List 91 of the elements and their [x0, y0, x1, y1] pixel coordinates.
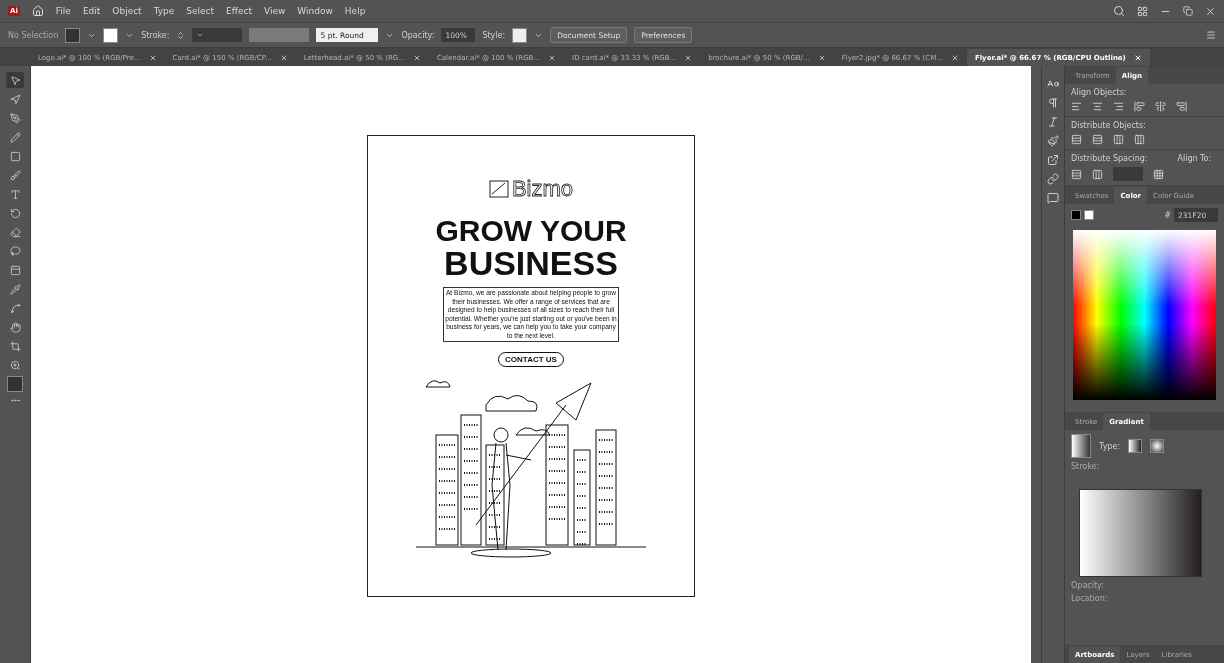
close-icon[interactable]	[148, 53, 157, 62]
pencil-tool-icon	[9, 131, 21, 143]
fill-swatch[interactable]	[65, 27, 81, 43]
type-label: Type:	[1099, 441, 1121, 451]
rectangle-tool-icon	[9, 150, 21, 162]
caret-icon	[196, 31, 205, 39]
brush-icon[interactable]	[1047, 135, 1059, 147]
contact-button[interactable]: CONTACT US	[498, 352, 564, 368]
stroke-label: Stroke:	[141, 30, 170, 40]
menu-item[interactable]: Help	[344, 6, 366, 16]
distribute-icon[interactable]	[1092, 134, 1103, 145]
align-to-icon[interactable]	[1153, 168, 1164, 180]
logo: Bizmo	[488, 176, 574, 202]
restore-icon[interactable]	[1183, 6, 1193, 16]
distribute-icon[interactable]	[1071, 134, 1082, 145]
search-icon[interactable]	[1113, 5, 1125, 17]
menu-item[interactable]: Edit	[82, 6, 101, 16]
close-icon[interactable]	[684, 53, 693, 62]
opacity-label: Opacity:	[401, 30, 435, 40]
color-spectrum[interactable]	[1073, 230, 1216, 400]
hex-sign: #	[1164, 210, 1171, 220]
close-icon[interactable]	[1205, 5, 1216, 17]
selection-label: No Selection	[8, 30, 59, 40]
rotate-tool-icon	[9, 207, 21, 219]
align-middle-icon[interactable]	[1155, 101, 1166, 112]
menu-item[interactable]: Type	[153, 6, 175, 16]
brush-tool-icon	[9, 169, 21, 181]
spacing-icon[interactable]	[1071, 168, 1082, 180]
lasso-tool-icon	[9, 245, 21, 257]
close-icon[interactable]	[412, 53, 421, 62]
eyedropper-tool-icon	[9, 283, 21, 295]
direct-tool-icon	[9, 93, 21, 105]
zoom-tool-icon	[9, 359, 21, 371]
style-label: Style:	[482, 30, 506, 40]
section-label: Distribute Spacing:	[1071, 154, 1148, 163]
style-swatch[interactable]	[512, 27, 528, 43]
menu-item[interactable]: Window	[297, 6, 333, 16]
align-top-icon[interactable]	[1134, 101, 1145, 112]
close-icon[interactable]	[548, 53, 557, 62]
eraser-tool-icon	[9, 226, 21, 238]
links-icon[interactable]	[1047, 173, 1059, 185]
distribute-icon[interactable]	[1134, 134, 1145, 145]
color-swatch[interactable]	[1084, 210, 1094, 220]
menu-item[interactable]: Object	[112, 6, 142, 16]
section-label: Align Objects:	[1071, 88, 1128, 97]
selection-tool-icon	[9, 74, 21, 86]
hand-tool-icon	[9, 321, 21, 333]
spacing-icon[interactable]	[1092, 168, 1103, 180]
linear-type-button[interactable]	[1128, 439, 1143, 453]
comments-icon[interactable]	[1047, 192, 1059, 204]
menu-item[interactable]: Effect	[226, 6, 252, 16]
headline: GROW YOUR	[435, 216, 627, 246]
radial-type-button[interactable]	[1150, 439, 1165, 453]
variable-width-field[interactable]	[249, 28, 310, 42]
stroke-weight-field[interactable]	[192, 28, 243, 42]
workspace-icon[interactable]	[1137, 5, 1148, 17]
paragraph-icon[interactable]	[1047, 97, 1059, 109]
stroke-swatch[interactable]	[103, 27, 119, 43]
stroke-label: Stroke:	[1071, 462, 1100, 471]
opacity-label: Opacity:	[1071, 581, 1105, 590]
stepper-icon[interactable]	[176, 30, 186, 40]
type-tool-icon	[9, 188, 21, 200]
menu-item[interactable]: File	[55, 6, 71, 16]
align-right-icon[interactable]	[1113, 101, 1124, 112]
gradient-swatch[interactable]	[1071, 434, 1091, 458]
close-icon[interactable]	[279, 53, 288, 62]
distribute-icon[interactable]	[1113, 134, 1124, 145]
location-label: Location:	[1071, 594, 1109, 603]
menu-item[interactable]: View	[264, 6, 286, 16]
align-bottom-icon[interactable]	[1176, 101, 1187, 112]
crop-tool-icon	[9, 340, 21, 352]
blend-tool-icon	[9, 302, 21, 314]
align-left-icon[interactable]	[1071, 101, 1082, 112]
close-icon[interactable]	[817, 53, 826, 62]
character-icon[interactable]	[1047, 78, 1059, 90]
home-icon[interactable]	[31, 5, 44, 17]
align-center-icon[interactable]	[1092, 101, 1103, 112]
glyphs-icon[interactable]	[1047, 116, 1059, 128]
section-label: Distribute Objects:	[1071, 121, 1147, 130]
tool-button[interactable]	[6, 72, 24, 88]
headline: BUSINESS	[444, 246, 618, 280]
section-label: Align To:	[1177, 154, 1212, 163]
spacing-field[interactable]	[1113, 167, 1143, 181]
fill-color-swatch[interactable]	[7, 376, 23, 392]
pen-tool-icon	[9, 112, 21, 124]
close-icon[interactable]	[950, 53, 959, 62]
export-icon[interactable]	[1047, 154, 1059, 166]
menu-icon[interactable]	[1206, 30, 1216, 40]
menu-item[interactable]: Select	[186, 6, 215, 16]
color-swatch[interactable]	[1071, 210, 1081, 220]
close-icon[interactable]	[1133, 53, 1142, 62]
